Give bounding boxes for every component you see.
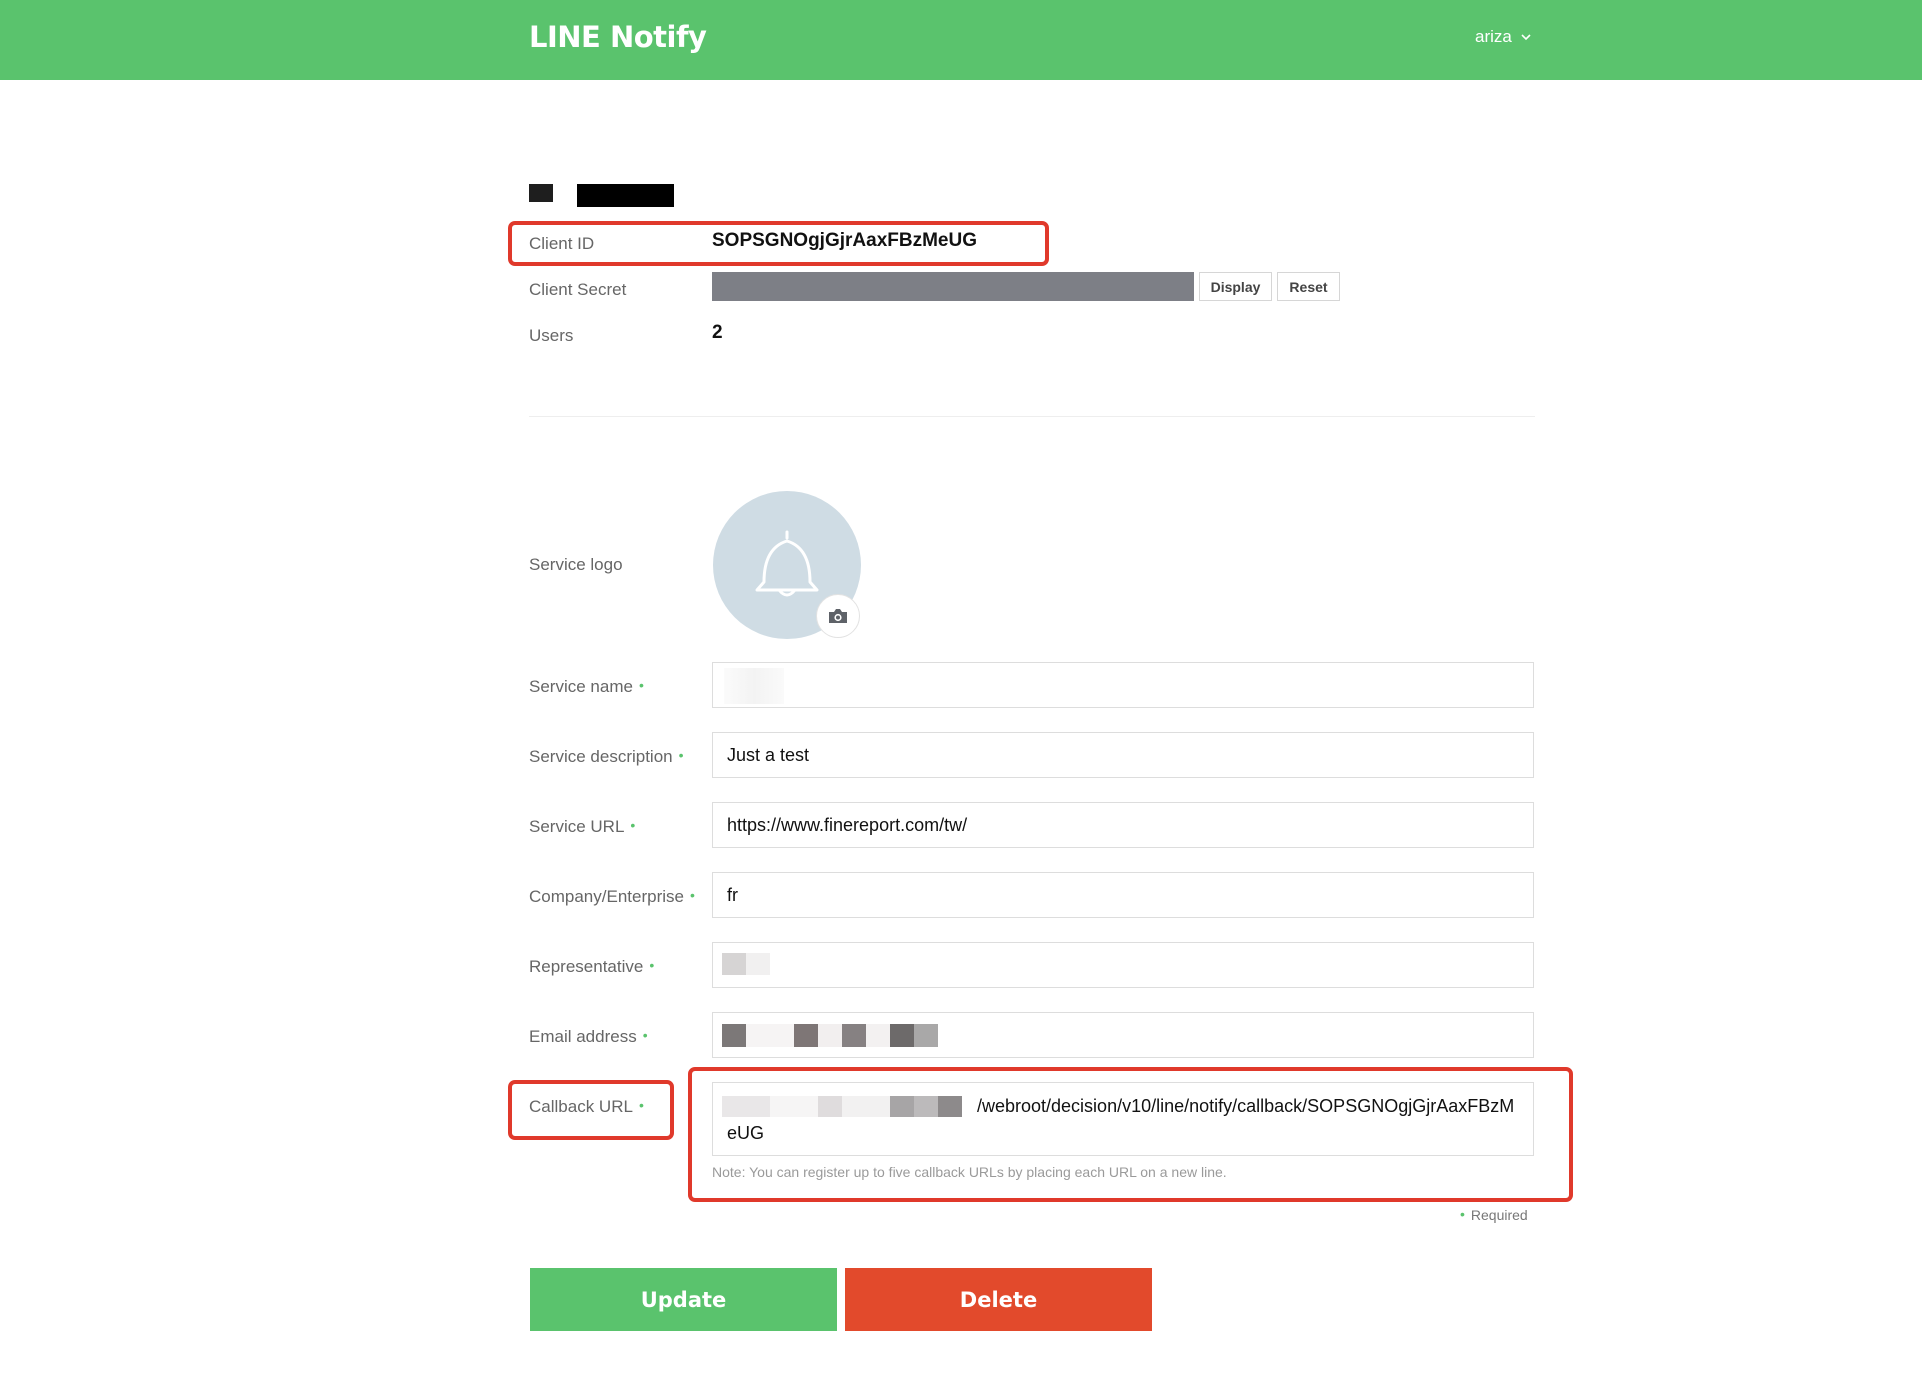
representative-label-text: Representative: [529, 957, 644, 976]
top-bar: LINE Notify ariza: [0, 0, 1922, 80]
redacted-representative-2: [746, 953, 770, 975]
section-divider: [529, 416, 1535, 417]
client-secret-masked: [712, 272, 1194, 301]
reset-secret-button[interactable]: Reset: [1277, 272, 1340, 301]
users-count: 2: [712, 322, 723, 343]
required-dot: •: [638, 677, 644, 693]
client-id-highlight: [508, 221, 1049, 266]
service-name-input[interactable]: [712, 662, 1534, 708]
redacted-email-3: [794, 1024, 818, 1047]
upload-logo-button[interactable]: [816, 594, 860, 638]
callback-field-highlight: [688, 1067, 1573, 1202]
email-label: Email address •: [529, 1027, 648, 1047]
required-dot: •: [1460, 1206, 1465, 1222]
redacted-email-7: [890, 1024, 914, 1047]
service-name-label-text: Service name: [529, 677, 633, 696]
representative-input[interactable]: [712, 942, 1534, 988]
email-label-text: Email address: [529, 1027, 637, 1046]
service-url-input[interactable]: https://www.finereport.com/tw/: [712, 802, 1534, 848]
delete-button[interactable]: Delete: [845, 1268, 1152, 1331]
camera-icon: [829, 609, 847, 623]
update-button[interactable]: Update: [530, 1268, 837, 1331]
brand-logo[interactable]: LINE Notify: [529, 20, 707, 54]
redacted-service-name: [724, 668, 784, 704]
display-secret-button[interactable]: Display: [1199, 272, 1272, 301]
redacted-email-1: [722, 1024, 746, 1047]
company-label-text: Company/Enterprise: [529, 887, 684, 906]
service-description-label-text: Service description: [529, 747, 673, 766]
service-description-label: Service description •: [529, 747, 684, 767]
representative-label: Representative •: [529, 957, 654, 977]
redacted-title-block-2: [577, 184, 674, 207]
redacted-title-block-1: [529, 184, 553, 202]
service-logo-label: Service logo: [529, 555, 623, 574]
required-legend-text: Required: [1470, 1207, 1528, 1223]
required-legend: • Required: [1460, 1206, 1528, 1223]
service-name-label: Service name •: [529, 677, 644, 697]
callback-label-highlight: [508, 1080, 674, 1140]
required-dot: •: [630, 817, 636, 833]
required-dot: •: [642, 1027, 648, 1043]
users-label: Users: [529, 326, 574, 345]
company-input[interactable]: fr: [712, 872, 1534, 918]
company-label: Company/Enterprise •: [529, 887, 695, 907]
redacted-email-6: [866, 1024, 890, 1047]
redacted-email-2: [746, 1024, 794, 1047]
user-menu[interactable]: ariza: [1475, 27, 1532, 47]
service-url-label-text: Service URL: [529, 817, 625, 836]
user-name: ariza: [1475, 27, 1512, 46]
required-dot: •: [678, 747, 684, 763]
service-url-label: Service URL •: [529, 817, 635, 837]
required-dot: •: [689, 887, 695, 903]
redacted-representative: [722, 953, 746, 975]
service-description-input[interactable]: Just a test: [712, 732, 1534, 778]
chevron-down-icon: [1521, 34, 1531, 41]
redacted-email-5: [842, 1024, 866, 1047]
redacted-email-4: [818, 1024, 842, 1047]
client-secret-label: Client Secret: [529, 280, 627, 299]
redacted-email-8: [914, 1024, 938, 1047]
required-dot: •: [649, 957, 655, 973]
